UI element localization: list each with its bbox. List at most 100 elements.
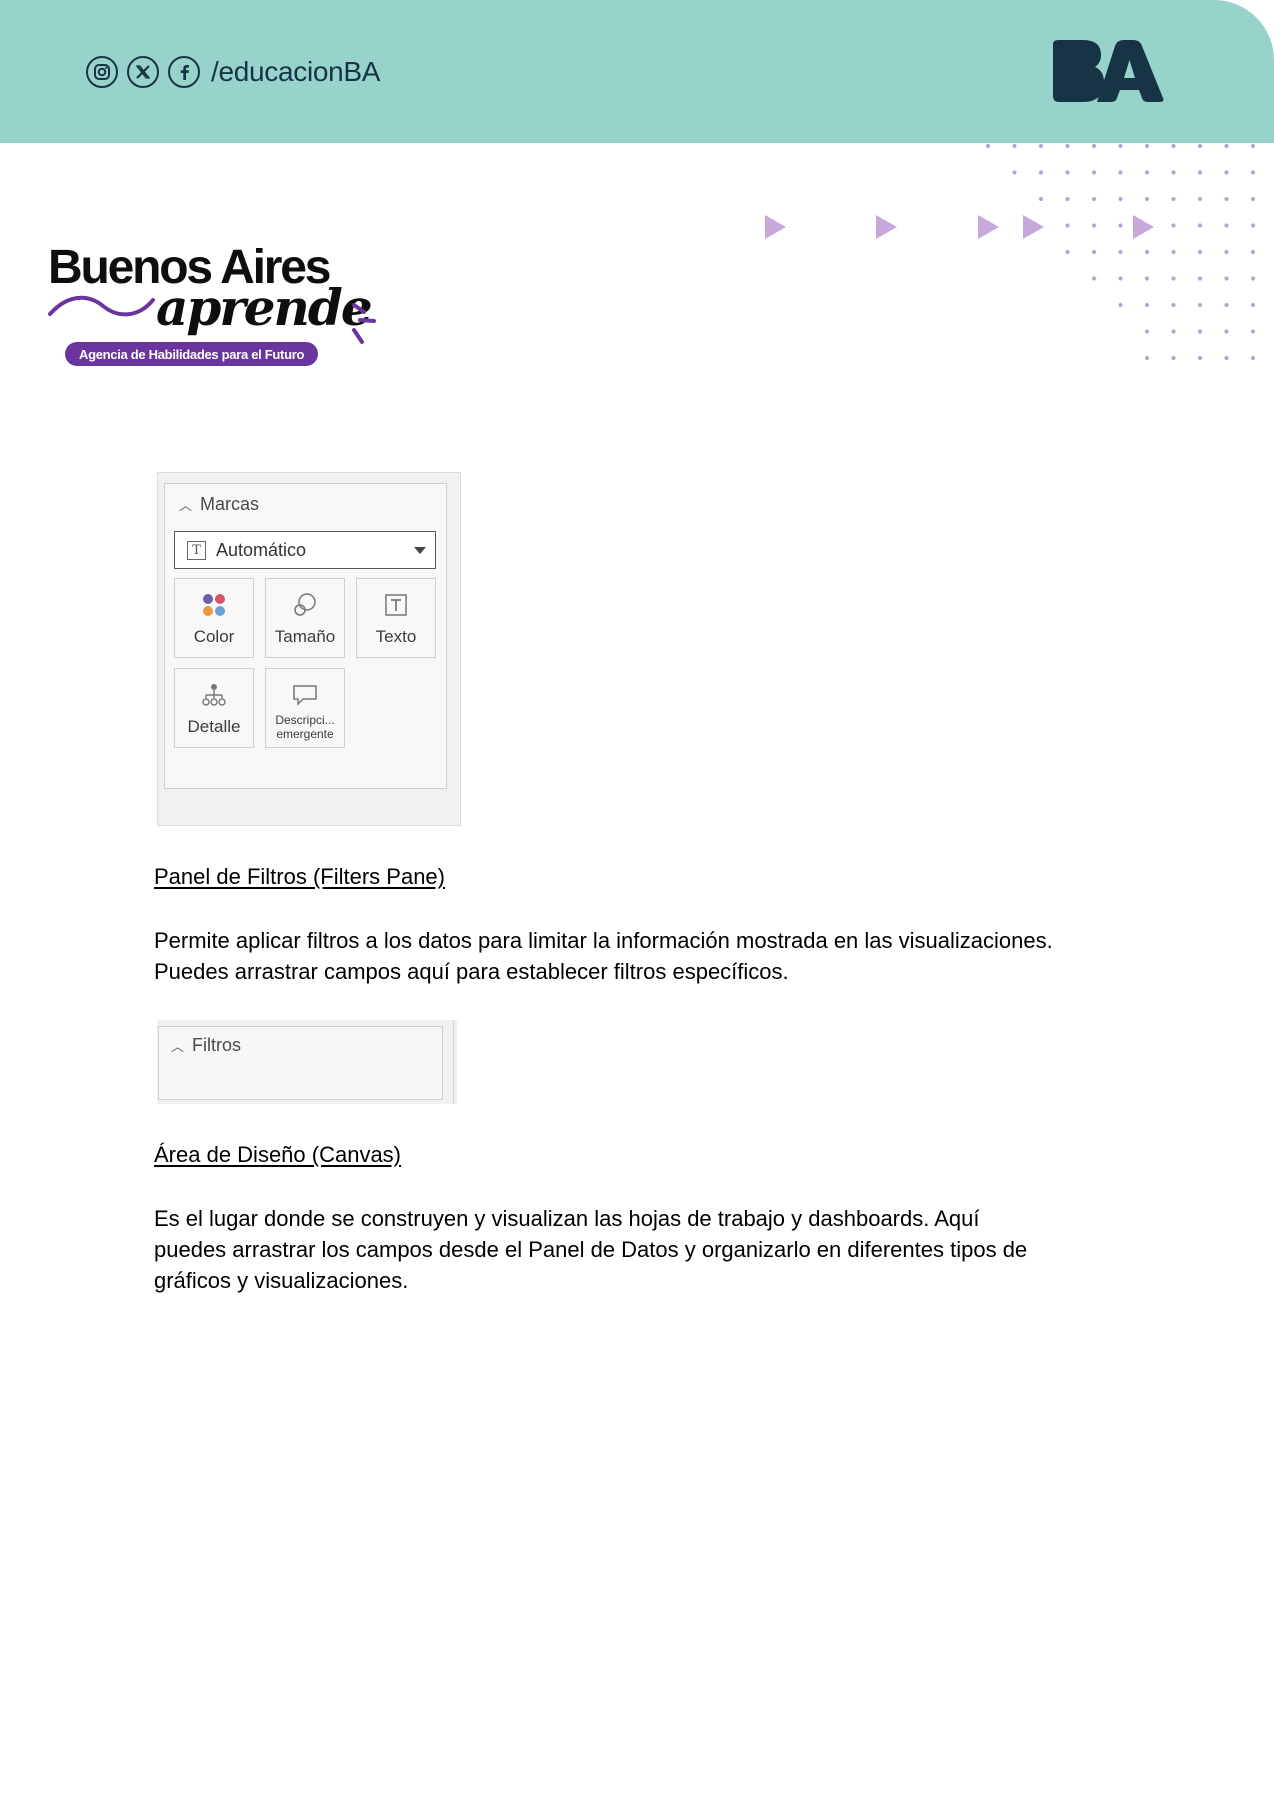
decor-dot	[1171, 355, 1176, 361]
decor-dot	[1197, 249, 1203, 255]
decor-dot	[1144, 276, 1150, 281]
decor-dot	[1144, 355, 1150, 361]
decor-dot	[1171, 302, 1176, 308]
decor-dot	[1091, 196, 1097, 202]
decor-dot	[1091, 170, 1097, 175]
decor-dot	[1144, 329, 1150, 334]
decor-dot	[1065, 143, 1070, 149]
decor-dot	[1171, 196, 1176, 202]
decor-dot	[985, 143, 991, 149]
decor-dot	[1091, 276, 1097, 281]
panel-divider	[453, 1020, 457, 1104]
decor-dot	[1091, 249, 1097, 255]
section-paragraph-filters: Permite aplicar filtros a los datos para…	[154, 928, 1053, 984]
marcas-panel-screenshot: ︿ Marcas T Automático Color Tamaño Texto…	[157, 472, 461, 826]
brand-sparkle	[352, 303, 376, 344]
decor-dot	[1118, 170, 1123, 175]
decor-dot	[1250, 355, 1256, 361]
decor-dot	[1224, 196, 1229, 202]
decor-dot	[1171, 249, 1176, 255]
social-handle[interactable]: /educacionBA	[211, 56, 380, 88]
decor-dot	[1091, 223, 1097, 228]
chevron-down-icon[interactable]	[414, 547, 426, 554]
decor-dot	[1197, 302, 1203, 308]
facebook-icon[interactable]	[168, 56, 200, 88]
decor-dot	[1091, 143, 1097, 149]
mark-card-tooltip[interactable]: Descripci... emergente	[265, 668, 345, 748]
decor-dot	[1197, 276, 1203, 281]
decor-dot	[1118, 276, 1123, 281]
brand-script: aprende	[156, 278, 373, 337]
decor-dot	[1250, 223, 1256, 228]
speech-bubble-icon	[292, 681, 318, 709]
mark-card-detail[interactable]: Detalle	[174, 668, 254, 748]
decor-dot	[1012, 170, 1017, 175]
mark-type-dropdown[interactable]: T Automático	[174, 531, 436, 569]
decor-dot	[1171, 223, 1176, 228]
decor-dot	[1250, 170, 1256, 175]
decor-dot	[1250, 302, 1256, 308]
decor-dot	[1197, 329, 1203, 334]
decor-dot	[1118, 196, 1123, 202]
decor-dot	[1171, 276, 1176, 281]
decor-dot	[1224, 223, 1229, 228]
decor-dot	[1171, 170, 1176, 175]
decor-dot	[1197, 170, 1203, 175]
decor-dot	[1144, 302, 1150, 308]
decor-dot	[1012, 143, 1017, 149]
decor-dot	[1144, 196, 1150, 202]
decor-dot	[1038, 143, 1044, 149]
text-type-icon: T	[187, 540, 206, 560]
decor-dot	[1197, 196, 1203, 202]
mark-card-size[interactable]: Tamaño	[265, 578, 345, 658]
decor-dot	[1250, 143, 1256, 149]
mark-type-value: Automático	[216, 539, 307, 560]
text-box-icon	[384, 591, 408, 619]
decor-dot	[1197, 143, 1203, 149]
instagram-icon[interactable]	[86, 56, 118, 88]
filtros-panel-screenshot: ︿ Filtros	[157, 1020, 457, 1104]
mark-card-text[interactable]: Texto	[356, 578, 436, 658]
decor-dot	[1250, 276, 1256, 281]
filtros-title[interactable]: ︿ Filtros	[171, 1035, 241, 1056]
mark-card-color[interactable]: Color	[174, 578, 254, 658]
decor-dot	[1118, 302, 1123, 308]
decor-dot	[1224, 329, 1229, 334]
section-heading-filters: Panel de Filtros (Filters Pane)	[154, 864, 445, 889]
decor-dot	[1224, 355, 1229, 361]
decor-dot	[1224, 170, 1229, 175]
marcas-title[interactable]: ︿ Marcas	[179, 494, 259, 515]
decor-dot	[1224, 302, 1229, 308]
decor-dot	[1250, 196, 1256, 202]
filtros-card: ︿ Filtros	[158, 1026, 443, 1100]
social-links: /educacionBA	[86, 53, 380, 91]
decorative-pattern	[765, 143, 1256, 361]
chevron-up-icon[interactable]: ︿	[179, 495, 192, 514]
decor-dot	[1224, 143, 1229, 149]
decor-dot	[1118, 143, 1123, 149]
hierarchy-icon	[201, 681, 227, 709]
section-paragraph-canvas: Es el lugar donde se construyen y visual…	[154, 1206, 1028, 1293]
color-dots-icon	[201, 591, 227, 619]
decor-dot	[1224, 276, 1229, 281]
decor-dot	[1038, 170, 1044, 175]
decor-dot	[1118, 249, 1123, 255]
decor-dot	[1171, 329, 1176, 334]
decor-dot	[1065, 170, 1070, 175]
decor-dot	[1197, 223, 1203, 228]
chevron-up-icon[interactable]: ︿	[171, 1036, 184, 1055]
decor-dot	[1171, 143, 1176, 149]
buenos-aires-aprende-logo: Buenos Aires aprende Agencia de Habilida…	[48, 240, 388, 370]
decor-dot	[1144, 249, 1150, 255]
decor-dot	[1250, 329, 1256, 334]
x-icon[interactable]	[127, 56, 159, 88]
decor-dot	[1197, 355, 1203, 361]
brand-swoosh	[48, 295, 155, 317]
decor-dot	[1065, 223, 1070, 228]
page-header: /educacionBA	[0, 0, 1274, 143]
marcas-card: ︿ Marcas T Automático Color Tamaño Texto…	[164, 483, 447, 789]
decor-dot	[1224, 249, 1229, 255]
decor-dot	[1250, 249, 1256, 255]
section-heading-canvas: Área de Diseño (Canvas)	[154, 1142, 402, 1167]
brand-tagline: Agencia de Habilidades para el Futuro	[65, 342, 319, 366]
